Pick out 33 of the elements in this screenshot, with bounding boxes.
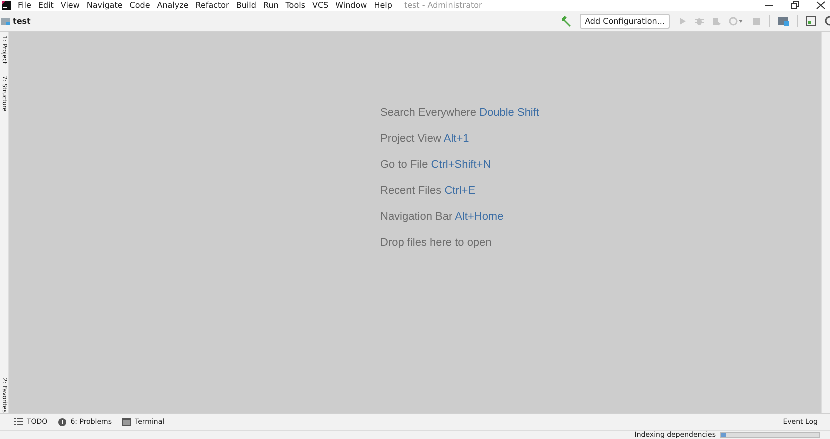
hammer-icon[interactable]: [561, 16, 572, 26]
empty-editor-hint: Go to File Ctrl+Shift+N: [380, 158, 492, 172]
menu-item[interactable]: Tools: [286, 0, 306, 10]
menu-item[interactable]: Code: [130, 0, 150, 10]
terminal-icon[interactable]: [122, 418, 131, 426]
empty-editor-hint: Drop files here to open: [380, 236, 493, 250]
menu-item[interactable]: Help: [374, 0, 392, 10]
app-logo-icon[interactable]: [2, 1, 11, 10]
menu-item[interactable]: Window: [336, 0, 368, 10]
restore-icon[interactable]: [790, 1, 800, 10]
project-structure-icon[interactable]: [778, 16, 789, 26]
menu-item[interactable]: Analyze: [157, 0, 189, 10]
empty-editor-hint: Navigation Bar Alt+Home: [380, 210, 505, 224]
profiler-icon[interactable]: [729, 16, 744, 26]
folder-icon[interactable]: [1, 17, 10, 25]
menu-item[interactable]: File: [18, 0, 32, 10]
close-icon[interactable]: [816, 1, 826, 10]
menu-item[interactable]: Edit: [38, 0, 54, 10]
menu-item[interactable]: View: [60, 0, 80, 10]
info-icon[interactable]: [58, 418, 67, 426]
list-icon[interactable]: [14, 418, 23, 426]
menu-item[interactable]: Run: [263, 0, 279, 10]
menu-item[interactable]: Refactor: [196, 0, 230, 10]
run-configuration-button[interactable]: Add Configuration...: [580, 14, 670, 28]
menu-item[interactable]: VCS: [312, 0, 329, 10]
window-icon[interactable]: [806, 16, 816, 26]
empty-editor-hint: Recent Files Ctrl+E: [380, 184, 477, 198]
window-title: test - Administrator: [404, 1, 484, 10]
menu-item[interactable]: Build: [236, 0, 256, 10]
empty-editor-hint: Search Everywhere Double Shift: [380, 106, 540, 120]
project-name[interactable]: test: [13, 16, 31, 26]
menu-item[interactable]: Navigate: [86, 0, 123, 10]
empty-editor-hint: Project View Alt+1: [380, 132, 470, 146]
